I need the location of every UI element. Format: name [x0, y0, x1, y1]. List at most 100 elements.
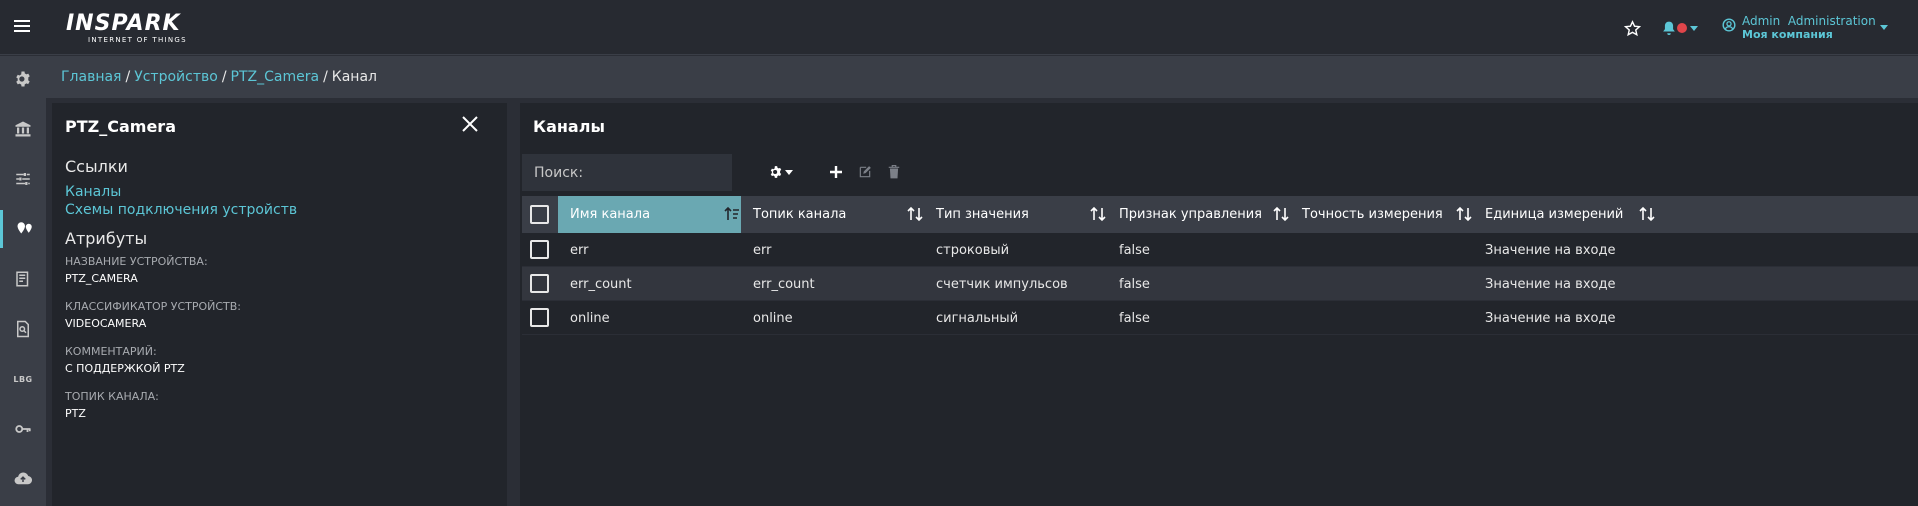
- report-search-icon: [17, 320, 29, 338]
- logo-text: INSPARK: [66, 11, 181, 36]
- sidebar-item-keys[interactable]: [0, 410, 46, 448]
- cell-precision: [1290, 301, 1302, 335]
- column-header-unit[interactable]: Единица измерений: [1473, 196, 1656, 233]
- user-name: Admin Administration: [1742, 14, 1876, 28]
- cell-name: err_count: [570, 276, 632, 292]
- cell-value-type: счетчик импульсов: [936, 276, 1068, 292]
- sidebar-item-upload[interactable]: [0, 460, 46, 498]
- column-header-precision[interactable]: Точность измерения: [1290, 196, 1473, 233]
- cell-control-flag: false: [1119, 310, 1150, 326]
- channels-panel: Каналы Имя канала Топик канала Тип значе…: [520, 103, 1918, 506]
- table-row[interactable]: online online сигнальный false Значение …: [522, 301, 1918, 335]
- sort-icon: [1639, 206, 1655, 222]
- column-header-topic[interactable]: Топик канала: [741, 196, 924, 233]
- cell-topic: online: [753, 310, 793, 326]
- gear-icon: [770, 166, 782, 178]
- link-channels[interactable]: Каналы: [65, 184, 121, 200]
- link-connection-schemes[interactable]: Схемы подключения устройств: [65, 202, 297, 218]
- column-header-name[interactable]: Имя канала: [558, 196, 741, 233]
- top-bar: INSPARK INTERNET OF THINGS Admin Adminis…: [0, 0, 1918, 55]
- attr-label: ТОПИК КАНАЛА:: [65, 390, 159, 403]
- close-icon: [462, 116, 478, 132]
- sidebar-item-settings[interactable]: [0, 60, 46, 98]
- sort-icon: [1090, 206, 1106, 222]
- sidebar-item-devices[interactable]: [0, 210, 46, 248]
- dashboard-icon: [16, 271, 29, 287]
- sidebar-item-log[interactable]: LBG: [0, 360, 46, 398]
- column-header-value-type[interactable]: Тип значения: [924, 196, 1107, 233]
- trash-icon: [888, 165, 900, 179]
- cell-unit: Значение на входе: [1485, 242, 1616, 258]
- cloud-upload-icon: [14, 472, 32, 485]
- row-checkbox[interactable]: [530, 274, 549, 293]
- attr-value: PTZ: [65, 407, 86, 420]
- attr-label: КОММЕНТАРИЙ:: [65, 345, 157, 358]
- links-heading: Ссылки: [65, 157, 128, 176]
- table-header: Имя канала Топик канала Тип значения При…: [522, 196, 1918, 233]
- breadcrumb-device[interactable]: Устройство: [134, 69, 218, 85]
- sort-icon: [1273, 206, 1289, 222]
- sliders-icon: [16, 173, 30, 185]
- channels-title: Каналы: [533, 117, 605, 136]
- attr-value: VIDEOCAMERA: [65, 317, 147, 330]
- chevron-down-icon: [785, 169, 793, 175]
- cell-precision: [1290, 267, 1302, 301]
- row-checkbox[interactable]: [530, 308, 549, 327]
- cell-unit: Значение на входе: [1485, 310, 1616, 326]
- user-menu[interactable]: Admin Administration Моя компания: [1722, 14, 1888, 42]
- close-button[interactable]: [461, 115, 479, 133]
- sidebar-item-reports[interactable]: [0, 310, 46, 348]
- table-row[interactable]: err err строковый false Значение на вход…: [522, 233, 1918, 267]
- settings-dropdown-button[interactable]: [766, 161, 796, 183]
- notification-dot: [1677, 23, 1687, 33]
- breadcrumb-home[interactable]: Главная: [61, 69, 121, 85]
- sort-icon: [1456, 206, 1472, 222]
- cell-control-flag: false: [1119, 276, 1150, 292]
- log-icon: LBG: [13, 374, 33, 384]
- cell-name: online: [570, 310, 610, 326]
- device-panel: PTZ_Camera Ссылки Каналы Схемы подключен…: [52, 103, 507, 506]
- gear-icon: [16, 71, 30, 87]
- breadcrumb-current: Канал: [331, 69, 377, 85]
- sidebar: LBG: [0, 56, 46, 506]
- cell-control-flag: false: [1119, 242, 1150, 258]
- sidebar-item-dashboard[interactable]: [0, 260, 46, 298]
- attributes-heading: Атрибуты: [65, 229, 148, 248]
- column-header-control-flag[interactable]: Признак управления: [1107, 196, 1290, 233]
- breadcrumb-ptz-camera[interactable]: PTZ_Camera: [231, 69, 320, 85]
- institution-icon: [15, 121, 31, 137]
- breadcrumb: Главная / Устройство / PTZ_Camera / Канал: [61, 69, 377, 85]
- logo-subtitle: INTERNET OF THINGS: [88, 36, 187, 44]
- favorites-button[interactable]: [1624, 14, 1641, 42]
- chevron-down-icon: [1879, 24, 1888, 30]
- devices-icon: [17, 222, 32, 234]
- sort-icon: [907, 206, 923, 222]
- edit-button[interactable]: [854, 161, 876, 183]
- star-icon: [1624, 19, 1641, 36]
- cell-topic: err: [753, 242, 772, 258]
- logo[interactable]: INSPARK INTERNET OF THINGS: [66, 12, 206, 46]
- cell-value-type: строковый: [936, 242, 1010, 258]
- notifications-button[interactable]: [1662, 14, 1698, 42]
- breadcrumb-bar: Главная / Устройство / PTZ_Camera / Канал: [46, 56, 1918, 98]
- edit-icon: [859, 166, 871, 178]
- menu-icon[interactable]: [14, 20, 30, 34]
- user-circle-icon: [1722, 18, 1736, 32]
- plus-icon: [830, 166, 842, 178]
- attr-label: КЛАССИФИКАТОР УСТРОЙСТВ:: [65, 300, 242, 313]
- select-all-checkbox[interactable]: [530, 205, 549, 224]
- add-button[interactable]: [825, 161, 847, 183]
- search-input[interactable]: [522, 154, 732, 191]
- cell-topic: err_count: [753, 276, 815, 292]
- chevron-down-icon: [1690, 25, 1698, 31]
- cell-unit: Значение на входе: [1485, 276, 1616, 292]
- attr-label: НАЗВАНИЕ УСТРОЙСТВА:: [65, 255, 208, 268]
- row-checkbox[interactable]: [530, 240, 549, 259]
- delete-button[interactable]: [883, 161, 905, 183]
- sidebar-item-organization[interactable]: [0, 110, 46, 148]
- cell-name: err: [570, 242, 589, 258]
- device-title: PTZ_Camera: [65, 117, 176, 136]
- key-icon: [15, 425, 31, 433]
- table-row[interactable]: err_count err_count счетчик импульсов fa…: [522, 267, 1918, 301]
- sidebar-item-filters[interactable]: [0, 160, 46, 198]
